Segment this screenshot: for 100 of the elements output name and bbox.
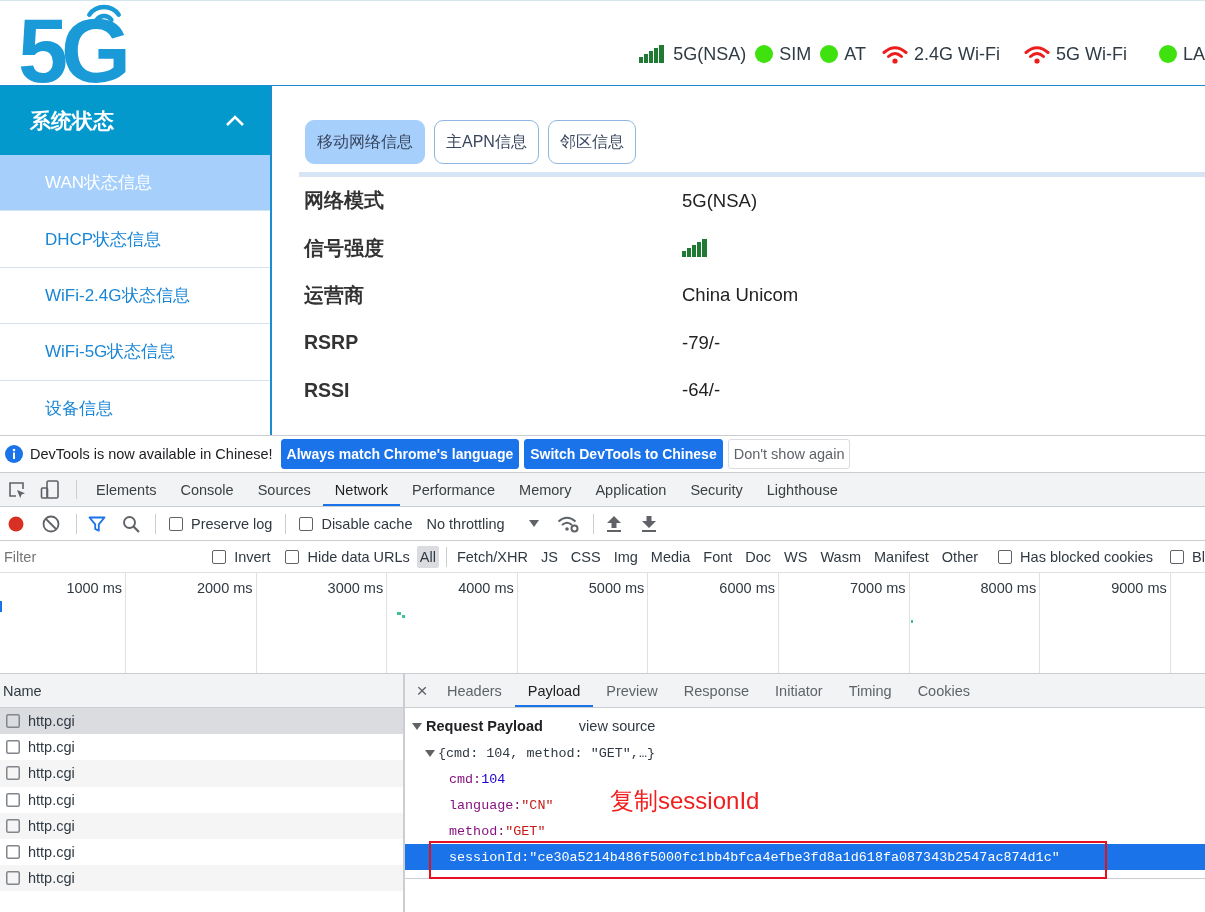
record-icon[interactable] bbox=[8, 515, 24, 532]
field-value: -79/- bbox=[682, 331, 722, 354]
file-icon bbox=[6, 714, 20, 729]
request-row[interactable]: http.cgi bbox=[0, 865, 403, 892]
search-icon[interactable] bbox=[122, 514, 140, 533]
sidebar-item[interactable]: WiFi-2.4G状态信息 bbox=[0, 267, 270, 325]
filter-icon[interactable] bbox=[88, 514, 106, 533]
checkbox-label: Bl bbox=[1192, 548, 1205, 565]
detail-tab[interactable]: Timing bbox=[835, 674, 905, 707]
notice-button[interactable]: Don't show again bbox=[727, 439, 851, 469]
annotation-text: 复制sessionId bbox=[610, 787, 760, 815]
detail-tab[interactable]: Response bbox=[670, 674, 763, 707]
panel-tab[interactable]: Console bbox=[168, 473, 246, 506]
upload-icon[interactable] bbox=[605, 514, 622, 533]
status-label: AT bbox=[844, 43, 866, 65]
clear-icon[interactable] bbox=[42, 514, 60, 533]
field-label: 网络模式 bbox=[304, 188, 385, 214]
checkbox[interactable] bbox=[299, 516, 314, 531]
payload-property[interactable]: method:"GET" bbox=[449, 818, 546, 844]
type-filter-button[interactable]: Doc bbox=[742, 545, 775, 568]
timeline-tick-label: 4000 ms bbox=[458, 580, 514, 596]
panel-tab[interactable]: Memory bbox=[507, 473, 584, 506]
request-row[interactable]: http.cgi bbox=[0, 812, 403, 839]
timeline-tick-label: 6000 ms bbox=[719, 580, 775, 596]
checkbox[interactable] bbox=[169, 516, 183, 531]
type-filter-button[interactable]: CSS bbox=[567, 545, 604, 568]
field-label: 运营商 bbox=[304, 282, 365, 308]
detail-tab[interactable]: Preview bbox=[593, 674, 671, 707]
checkbox[interactable] bbox=[285, 549, 300, 564]
file-icon bbox=[6, 818, 20, 833]
payload-property[interactable]: sessionId:"ce30a5214b486f5000fc1bb4bfca4efbe3fd8a1d618fa087343b2547ac874d1c" bbox=[405, 844, 1205, 870]
checkbox-label: Has blocked cookies bbox=[1020, 548, 1154, 565]
sidebar-item[interactable]: WiFi-5G状态信息 bbox=[0, 324, 270, 381]
sidebar-item[interactable]: 设备信息 bbox=[0, 380, 270, 435]
view-source-link[interactable]: view source bbox=[578, 718, 656, 734]
notice-button[interactable]: Always match Chrome's language bbox=[280, 439, 520, 469]
type-filter-button[interactable]: Manifest bbox=[871, 545, 932, 568]
status-dot-icon bbox=[755, 45, 774, 63]
wifi-icon bbox=[881, 44, 908, 64]
detail-tab[interactable]: Headers bbox=[434, 674, 515, 707]
close-button[interactable]: × bbox=[410, 674, 434, 707]
field-value: China Unicom bbox=[682, 284, 800, 307]
throttling-select[interactable]: No throttling bbox=[426, 515, 539, 532]
object-summary: {cmd: 104, method: "GET",…} bbox=[438, 745, 655, 761]
timeline-tick-label: 8000 ms bbox=[980, 580, 1037, 596]
checkbox[interactable] bbox=[998, 549, 1013, 564]
detail-tab[interactable]: Cookies bbox=[904, 674, 984, 707]
detail-tab[interactable]: Initiator bbox=[762, 674, 836, 707]
panel-tab[interactable]: Elements bbox=[84, 473, 169, 506]
timeline-tick-label: 2000 ms bbox=[196, 580, 253, 596]
panel-tab[interactable]: Network bbox=[322, 473, 401, 506]
type-filter-button[interactable]: Other bbox=[938, 545, 982, 568]
panel-tab[interactable]: Application bbox=[583, 473, 679, 506]
timeline-tick-label: 9000 ms bbox=[1111, 580, 1167, 596]
notice-button[interactable]: Switch DevTools to Chinese bbox=[524, 439, 723, 469]
chevron-up-icon[interactable] bbox=[225, 114, 245, 127]
type-filter-button[interactable]: JS bbox=[537, 545, 561, 568]
request-row[interactable]: http.cgi bbox=[0, 760, 403, 787]
column-header[interactable]: Name bbox=[0, 674, 403, 708]
caret-down-icon bbox=[528, 520, 539, 527]
checkbox-label: Preserve log bbox=[191, 515, 273, 532]
type-filter-button[interactable]: All bbox=[416, 545, 439, 568]
status-label: 2.4G Wi-Fi bbox=[913, 43, 1000, 65]
device-toggle-icon[interactable] bbox=[40, 479, 60, 500]
type-filter-button[interactable]: Fetch/XHR bbox=[453, 545, 531, 568]
panel-tab[interactable]: Performance bbox=[400, 473, 508, 506]
status-label: 5G(NSA) bbox=[673, 43, 747, 65]
timeline-tick-label: 7000 ms bbox=[849, 580, 906, 596]
file-icon bbox=[6, 766, 20, 781]
expanded-triangle-icon[interactable] bbox=[412, 721, 422, 731]
type-filter-button[interactable]: Img bbox=[610, 545, 641, 568]
download-icon[interactable] bbox=[640, 514, 657, 533]
payload-property[interactable]: cmd:104 bbox=[449, 766, 506, 792]
timeline-mark bbox=[911, 620, 913, 623]
type-filter-button[interactable]: Media bbox=[647, 545, 694, 568]
type-filter-button[interactable]: Wasm bbox=[817, 545, 864, 568]
timeline-tick-label: 1000 ms bbox=[66, 580, 122, 596]
sidebar-item[interactable]: DHCP状态信息 bbox=[0, 211, 270, 268]
panel-tab[interactable]: Lighthouse bbox=[754, 473, 850, 506]
tab[interactable]: 主APN信息 bbox=[434, 120, 539, 164]
tab[interactable]: 邻区信息 bbox=[547, 120, 636, 164]
section-title: Request Payload bbox=[426, 718, 543, 734]
file-icon bbox=[6, 871, 20, 886]
type-filter-button[interactable]: WS bbox=[781, 545, 811, 568]
checkbox[interactable] bbox=[212, 549, 227, 564]
timeline-tick-label: 3000 ms bbox=[327, 580, 384, 596]
checkbox-label: Disable cache bbox=[321, 515, 413, 532]
payload-property[interactable]: language:"CN" bbox=[449, 792, 554, 818]
detail-tab[interactable]: Payload bbox=[514, 674, 594, 707]
timeline-tick-label: 5000 ms bbox=[588, 580, 645, 596]
tab[interactable]: 移动网络信息 bbox=[305, 120, 425, 164]
panel-tab[interactable]: Security bbox=[678, 473, 755, 506]
field-label: 信号强度 bbox=[304, 235, 385, 261]
type-filter-button[interactable]: Font bbox=[700, 545, 736, 568]
request-row[interactable]: http.cgi bbox=[0, 708, 403, 735]
expanded-triangle-icon[interactable] bbox=[425, 748, 435, 758]
checkbox[interactable] bbox=[1170, 549, 1185, 564]
inspect-icon[interactable] bbox=[8, 480, 26, 499]
panel-tab[interactable]: Sources bbox=[245, 473, 323, 506]
network-conditions-icon[interactable] bbox=[556, 514, 579, 533]
